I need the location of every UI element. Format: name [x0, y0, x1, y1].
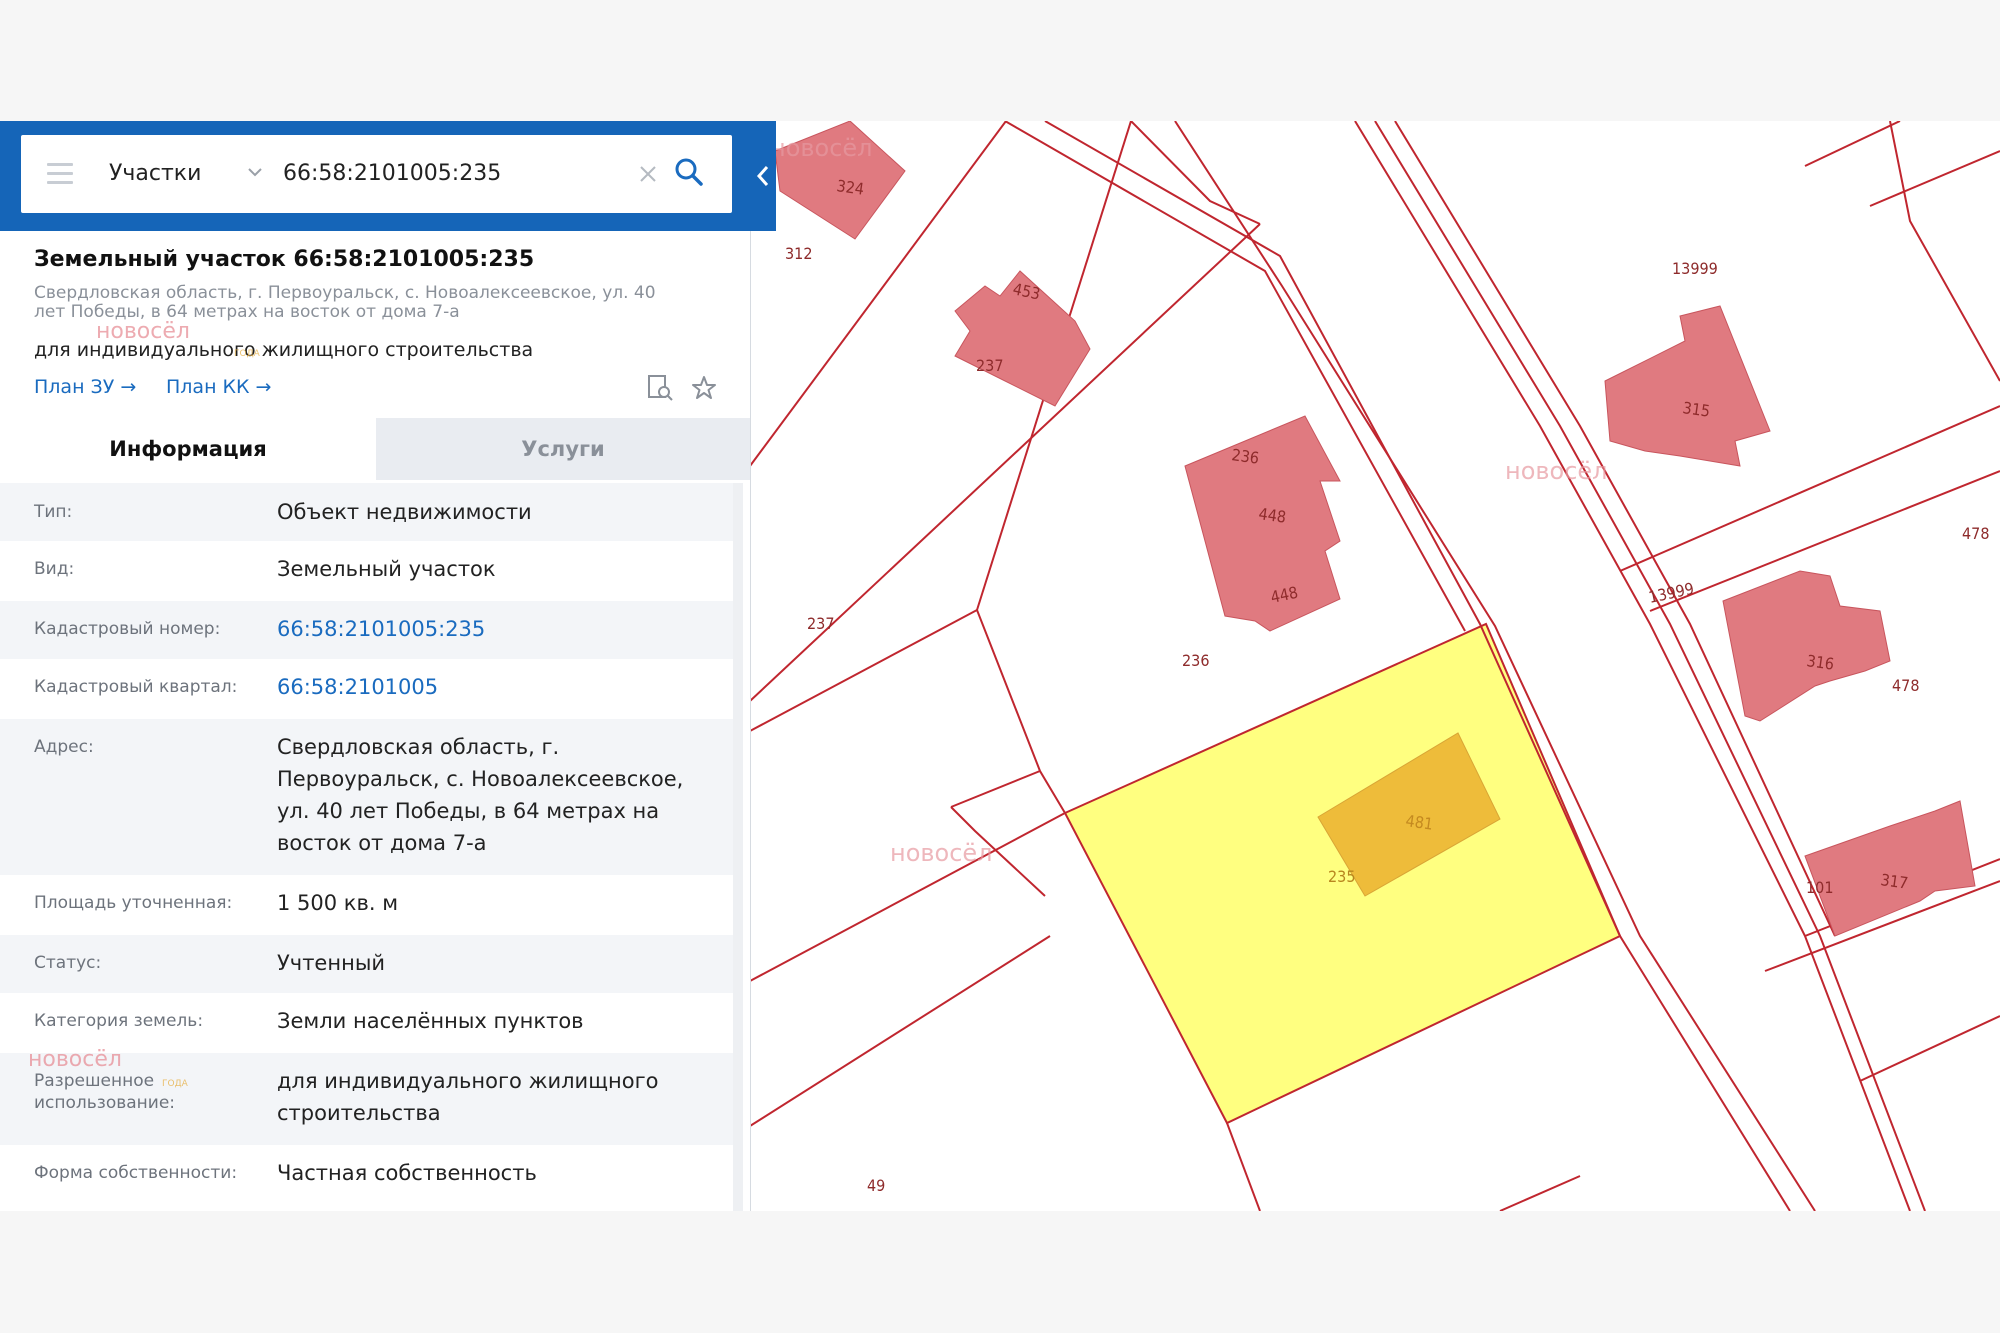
row-value: Учтенный — [277, 951, 386, 975]
label-316: 316 — [1805, 651, 1835, 674]
menu-icon[interactable] — [47, 163, 73, 185]
row-label: Разрешенное использование: — [34, 1071, 176, 1113]
info-row-cadastral-quarter: Кадастровый квартал: 66:58:2101005 — [0, 659, 733, 719]
row-label: Статус: — [34, 953, 102, 973]
label-448-mid: 448 — [1257, 504, 1287, 527]
row-label: Тип: — [34, 502, 73, 522]
row-label: Форма собственности: — [34, 1163, 238, 1183]
label-478-right: 478 — [1962, 524, 1989, 543]
label-13999-top: 13999 — [1672, 259, 1718, 278]
svg-text:новосёл: новосёл — [770, 134, 873, 162]
plan-kk-link[interactable]: План КК → — [166, 376, 271, 398]
row-value: Объект недвижимости — [277, 500, 532, 524]
star-icon[interactable] — [691, 375, 717, 401]
label-101: 101 — [1806, 878, 1833, 897]
scrollbar[interactable] — [733, 483, 743, 1211]
cadastral-number-link[interactable]: 66:58:2101005:235 — [277, 613, 717, 645]
plan-zu-link[interactable]: План ЗУ → — [34, 376, 136, 398]
row-value: для индивидуального жилищного строительс… — [277, 1069, 659, 1125]
info-row-cadastral-number: Кадастровый номер: 66:58:2101005:235 — [0, 601, 733, 659]
row-label: Категория земель: — [34, 1011, 204, 1031]
object-title: Земельный участок 66:58:2101005:235 — [34, 247, 535, 272]
collapse-panel-button[interactable] — [750, 121, 776, 231]
label-235: 235 — [1328, 867, 1355, 886]
label-236-mid: 236 — [1182, 651, 1209, 670]
info-table: Тип: Объект недвижимости Вид: Земельный … — [0, 483, 733, 1205]
document-search-icon[interactable] — [646, 374, 674, 402]
label-317: 317 — [1879, 870, 1909, 893]
chevron-down-icon[interactable] — [245, 162, 265, 182]
search-box: Участки — [21, 135, 732, 213]
app-screen: 324 312 453 237 13999 315 236 448 448 23… — [0, 121, 2000, 1211]
tab-services[interactable]: Услуги — [376, 418, 750, 480]
label-478-low: 478 — [1892, 676, 1919, 695]
row-value: 1 500 кв. м — [277, 891, 399, 915]
label-312: 312 — [785, 244, 812, 263]
label-49: 49 — [867, 1176, 885, 1195]
label-237-top: 237 — [976, 356, 1003, 375]
cadastral-quarter-link[interactable]: 66:58:2101005 — [277, 671, 717, 703]
label-315: 315 — [1681, 398, 1711, 421]
row-label: Кадастровый номер: — [34, 619, 221, 639]
row-value: Земли населённых пунктов — [277, 1009, 584, 1033]
close-icon[interactable] — [637, 163, 659, 185]
tabs: Информация Услуги — [0, 418, 750, 480]
info-row-status: Статус: Учтенный — [0, 935, 733, 993]
object-address: Свердловская область, г. Первоуральск, с… — [34, 283, 656, 322]
info-row-address: Адрес: Свердловская область, г. Первоура… — [0, 719, 733, 875]
info-row-permitted-use: Разрешенное использование: для индивидуа… — [0, 1053, 733, 1145]
info-row-area: Площадь уточненная: 1 500 кв. м — [0, 875, 733, 935]
row-value: Свердловская область, г. Первоуральск, с… — [277, 735, 684, 855]
row-value: Земельный участок — [277, 557, 496, 581]
search-icon[interactable] — [674, 157, 704, 187]
label-236-top: 236 — [1230, 445, 1260, 468]
info-row-kind: Вид: Земельный участок — [0, 541, 733, 601]
row-label: Вид: — [34, 559, 75, 579]
info-row-land-category: Категория земель: Земли населённых пункт… — [0, 993, 733, 1053]
row-label: Площадь уточненная: — [34, 893, 233, 913]
label-237-left: 237 — [807, 614, 834, 633]
info-row-ownership: Форма собственности: Частная собственнос… — [0, 1145, 733, 1205]
svg-text:новосёл: новосёл — [1505, 457, 1608, 485]
info-row-type: Тип: Объект недвижимости — [0, 483, 733, 541]
tab-info[interactable]: Информация — [0, 418, 376, 480]
info-panel: Участки Земельный участок 66:58:2101005:… — [0, 121, 751, 1211]
object-permitted-use: для индивидуального жилищного строительс… — [34, 339, 534, 361]
layer-select[interactable]: Участки — [109, 135, 201, 213]
row-label: Кадастровый квартал: — [34, 677, 238, 697]
row-value: Частная собственность — [277, 1161, 537, 1185]
row-label: Адрес: — [34, 737, 94, 757]
label-324: 324 — [835, 176, 865, 199]
search-input[interactable] — [283, 135, 623, 213]
label-481: 481 — [1404, 811, 1434, 834]
svg-text:новосёл: новосёл — [890, 839, 993, 867]
